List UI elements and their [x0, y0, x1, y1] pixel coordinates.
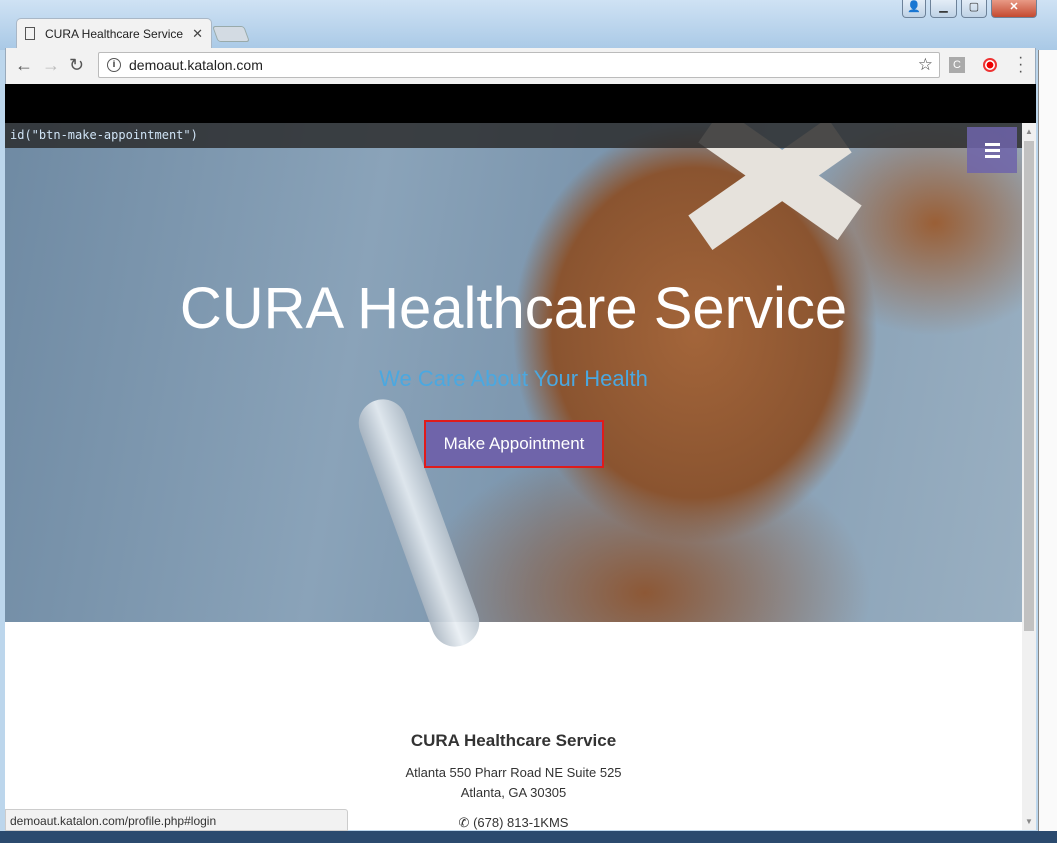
close-window-button[interactable]: ✕ — [991, 0, 1037, 18]
record-extension-icon[interactable] — [983, 58, 997, 72]
footer-address-line1: Atlanta 550 Pharr Road NE Suite 525 — [405, 765, 622, 780]
page-scrollbar[interactable]: ▲ ▼ — [1022, 123, 1036, 830]
scroll-down-arrow-icon[interactable]: ▼ — [1025, 817, 1033, 826]
profile-button[interactable]: 👤 — [902, 0, 926, 18]
window-controls: 👤 ▁ ▢ ✕ — [902, 0, 1037, 18]
footer-address-line2: Atlanta, GA 30305 — [460, 785, 567, 800]
tab-title: CURA Healthcare Service — [45, 26, 184, 41]
browser-tab[interactable]: CURA Healthcare Service ✕ — [16, 18, 212, 48]
bookmark-star-icon[interactable]: ☆ — [918, 55, 933, 75]
page-top-bar — [5, 84, 1036, 123]
hero-subtitle: We Care About Your Health — [379, 366, 648, 391]
forward-arrow-icon[interactable]: → — [42, 55, 60, 76]
close-tab-icon[interactable]: ✕ — [192, 26, 203, 42]
scroll-up-arrow-icon[interactable]: ▲ — [1025, 127, 1033, 136]
xpath-indicator: id("btn-make-appointment") — [5, 123, 1022, 148]
scrollbar-thumb[interactable] — [1024, 141, 1034, 631]
new-tab-button[interactable] — [212, 26, 250, 42]
footer-phone: (678) 813-1KMS — [473, 815, 569, 830]
status-bar-url: demoaut.katalon.com/profile.php#login — [5, 809, 348, 831]
make-appointment-button[interactable]: Make Appointment — [424, 420, 604, 468]
background-window — [1038, 50, 1057, 843]
hero-section: id("btn-make-appointment") CURA Healthca… — [5, 123, 1022, 654]
document-icon — [25, 27, 35, 40]
reload-icon[interactable]: ↻ — [69, 55, 84, 76]
url-text: demoaut.katalon.com — [129, 57, 263, 73]
back-arrow-icon[interactable]: ← — [15, 55, 33, 76]
hero-title: CURA Healthcare Service — [179, 276, 848, 341]
minimize-button[interactable]: ▁ — [930, 0, 957, 18]
phone-icon: ✆ — [458, 815, 474, 830]
address-bar[interactable]: i demoaut.katalon.com ☆ — [98, 52, 940, 78]
taskbar — [0, 831, 1057, 843]
browser-toolbar: ← → ↻ i demoaut.katalon.com ☆ C · · · — [5, 48, 1036, 84]
maximize-button[interactable]: ▢ — [961, 0, 987, 18]
menu-toggle-button[interactable] — [967, 127, 1017, 173]
menu-dots-icon[interactable]: · · · — [1018, 50, 1023, 80]
info-icon[interactable]: i — [107, 58, 121, 72]
web-page: id("btn-make-appointment") CURA Healthca… — [5, 123, 1022, 830]
footer-company-name: CURA Healthcare Service — [410, 731, 617, 750]
extension-icon[interactable]: C — [949, 57, 965, 73]
